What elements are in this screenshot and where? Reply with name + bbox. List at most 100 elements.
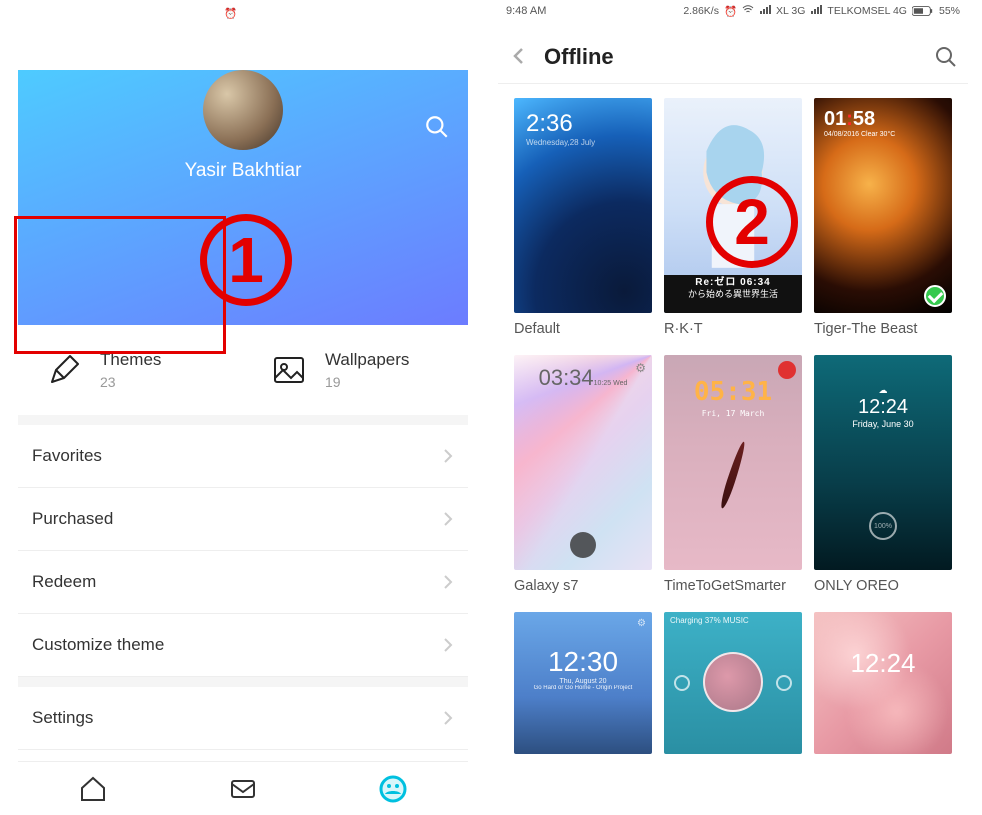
status-sim2: TELKOMSEL 4G bbox=[327, 7, 407, 19]
nav-mail-icon[interactable] bbox=[228, 774, 258, 804]
thumb-clock: 12:24 bbox=[814, 648, 952, 679]
theme-thumbnail: ⚙ 12:30Thu, August 20Go Hard or Go Home … bbox=[514, 612, 652, 754]
page-title: Offline bbox=[544, 44, 934, 70]
thumb-clock: 12:30Thu, August 20Go Hard or Go Home - … bbox=[514, 646, 652, 691]
status-netspeed: 0.16K/s bbox=[183, 7, 219, 19]
battery-icon bbox=[912, 5, 934, 17]
nav-profile-icon[interactable] bbox=[378, 774, 408, 804]
theme-thumbnail: 2:36Wednesday,28 July bbox=[514, 98, 652, 313]
chevron-right-icon bbox=[442, 637, 454, 653]
theme-item-onlyoreo[interactable]: ☁12:24Friday, June 30 100% ONLY OREO bbox=[814, 355, 952, 598]
theme-item-default[interactable]: 2:36Wednesday,28 July Default bbox=[514, 98, 652, 341]
fingerprint-icon bbox=[570, 532, 596, 558]
theme-item-galaxys7[interactable]: ⚙ 03:3410:25 Wed Galaxy s7 bbox=[514, 355, 652, 598]
thumb-clock: 2:36Wednesday,28 July bbox=[526, 110, 595, 147]
gear-icon: ⚙ bbox=[637, 618, 646, 629]
theme-name: R·K·T bbox=[664, 321, 802, 341]
menu-purchased[interactable]: Purchased bbox=[18, 488, 468, 551]
menu-label: Redeem bbox=[32, 572, 96, 592]
theme-thumbnail: Re:ゼロ 06:34から始める異世界生活 bbox=[664, 98, 802, 313]
profile-name: Yasir Bakhtiar bbox=[18, 160, 468, 182]
chevron-right-icon bbox=[442, 511, 454, 527]
screenshot-offline-themes: 9:48 AM 2.86K/s ⏰ XL 3G TELKOMSEL 4G 55%… bbox=[498, 0, 968, 815]
wallpapers-count: 19 bbox=[325, 374, 409, 390]
profile-hero: Yasir Bakhtiar bbox=[18, 70, 468, 325]
next-icon bbox=[776, 675, 792, 691]
status-bar: 9:48 AM 2.86K/s ⏰ XL 3G TELKOMSEL 4G 55% bbox=[498, 0, 968, 20]
theme-item-tiger[interactable]: 01:5804/08/2016 Clear 30°C Tiger-The Bea… bbox=[814, 98, 952, 341]
page-header: Offline bbox=[498, 30, 968, 84]
theme-item-rkt[interactable]: Re:ゼロ 06:34から始める異世界生活 R·K·T bbox=[664, 98, 802, 341]
signal-1-icon bbox=[259, 6, 271, 21]
theme-name: TimeToGetSmarter bbox=[664, 578, 802, 598]
themes-count: 23 bbox=[100, 374, 161, 390]
themes-label: Themes bbox=[100, 350, 161, 370]
theme-name: Default bbox=[514, 321, 652, 341]
menu-redeem[interactable]: Redeem bbox=[18, 551, 468, 614]
thumb-clock: 03:3410:25 Wed bbox=[514, 365, 652, 391]
nav-home-icon[interactable] bbox=[78, 774, 108, 804]
theme-name: ONLY OREO bbox=[814, 578, 952, 598]
theme-thumbnail: 01:5804/08/2016 Clear 30°C bbox=[814, 98, 952, 313]
thumb-clock: 05:31Fri, 17 March bbox=[664, 377, 802, 418]
search-button[interactable] bbox=[424, 114, 450, 140]
theme-item[interactable]: ⚙ 12:30Thu, August 20Go Hard or Go Home … bbox=[514, 612, 652, 754]
theme-thumbnail: ☁12:24Friday, June 30 100% bbox=[814, 355, 952, 570]
thumb-caption: Re:ゼロ 06:34から始める異世界生活 bbox=[664, 275, 802, 313]
back-button[interactable] bbox=[508, 45, 532, 69]
picture-icon bbox=[271, 352, 307, 388]
applied-check-icon bbox=[924, 285, 946, 307]
section-divider bbox=[18, 415, 468, 425]
prev-icon bbox=[674, 675, 690, 691]
menu-label: Purchased bbox=[32, 509, 113, 529]
battery-icon bbox=[412, 7, 434, 19]
status-battery: 55% bbox=[939, 5, 960, 17]
theme-thumbnail: Charging 37% MUSIC bbox=[664, 612, 802, 754]
theme-grid: 2:36Wednesday,28 July Default Re:ゼロ 06:3… bbox=[498, 84, 968, 612]
battery-ring: 100% bbox=[869, 512, 897, 540]
themes-card[interactable]: Themes 23 bbox=[18, 325, 243, 415]
theme-name: Tiger-The Beast bbox=[814, 321, 952, 341]
status-battery: 55% bbox=[439, 7, 460, 19]
chevron-right-icon bbox=[442, 448, 454, 464]
wallpapers-label: Wallpapers bbox=[325, 350, 409, 370]
status-netspeed: 2.86K/s bbox=[683, 5, 719, 17]
search-button[interactable] bbox=[934, 45, 958, 69]
status-sim1: XL 3G bbox=[776, 5, 805, 17]
menu-label: Settings bbox=[32, 708, 93, 728]
status-sim2: TELKOMSEL 4G bbox=[827, 5, 907, 17]
status-time: 9:47 AM bbox=[26, 7, 66, 19]
profile-avatar[interactable] bbox=[203, 70, 283, 150]
theme-thumbnail: ⚙ 03:3410:25 Wed bbox=[514, 355, 652, 570]
wifi-icon bbox=[242, 6, 254, 21]
theme-name: Galaxy s7 bbox=[514, 578, 652, 598]
wallpapers-card[interactable]: Wallpapers 19 bbox=[243, 325, 468, 415]
theme-item[interactable]: 12:24 bbox=[814, 612, 952, 754]
thumb-topbar: Charging 37% MUSIC bbox=[670, 616, 796, 625]
section-divider bbox=[18, 677, 468, 687]
menu-settings[interactable]: Settings bbox=[18, 687, 468, 750]
signal-2-icon bbox=[810, 4, 822, 19]
menu-customize[interactable]: Customize theme bbox=[18, 614, 468, 677]
status-time: 9:48 AM bbox=[506, 5, 546, 17]
menu-label: Customize theme bbox=[32, 635, 164, 655]
alarm-icon: ⏰ bbox=[724, 5, 737, 18]
bottom-nav bbox=[18, 761, 468, 815]
paintbrush-icon bbox=[46, 352, 82, 388]
signal-1-icon bbox=[759, 4, 771, 19]
chevron-right-icon bbox=[442, 710, 454, 726]
thumb-clock: 01:5804/08/2016 Clear 30°C bbox=[824, 108, 895, 138]
menu-label: Favorites bbox=[32, 446, 102, 466]
screenshot-profile-screen: 9:47 AM 0.16K/s ⏰ XL 3G TELKOMSEL 4G 55% bbox=[0, 0, 468, 815]
status-bar: 9:47 AM 0.16K/s ⏰ XL 3G TELKOMSEL 4G 55% bbox=[18, 2, 468, 22]
status-sim1: XL 3G bbox=[276, 7, 305, 19]
theme-thumbnail: 05:31Fri, 17 March bbox=[664, 355, 802, 570]
chevron-right-icon bbox=[442, 574, 454, 590]
theme-item[interactable]: Charging 37% MUSIC bbox=[664, 612, 802, 754]
theme-thumbnail: 12:24 bbox=[814, 612, 952, 754]
alarm-icon: ⏰ bbox=[224, 7, 237, 20]
theme-item-timetogetsmarter[interactable]: 05:31Fri, 17 March TimeToGetSmarter bbox=[664, 355, 802, 598]
theme-grid-partial: ⚙ 12:30Thu, August 20Go Hard or Go Home … bbox=[498, 612, 968, 768]
thumb-clock: ☁12:24Friday, June 30 bbox=[814, 385, 952, 429]
menu-favorites[interactable]: Favorites bbox=[18, 425, 468, 488]
